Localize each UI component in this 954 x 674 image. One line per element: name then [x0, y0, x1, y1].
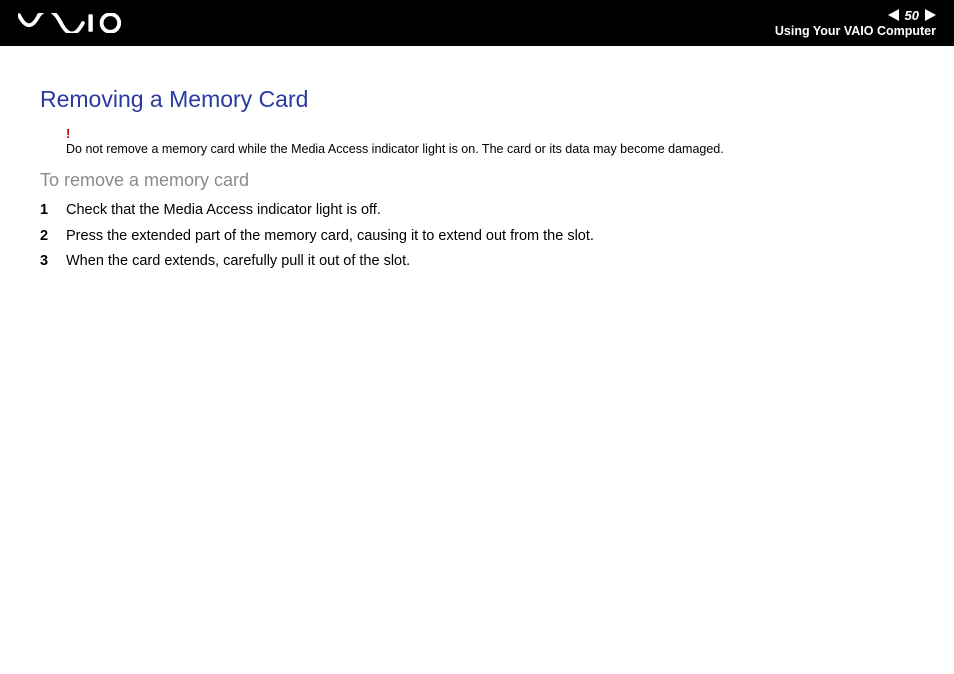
step-number: 1 [40, 201, 66, 221]
step-number: 3 [40, 252, 66, 272]
warning-block: ! Do not remove a memory card while the … [66, 127, 914, 156]
page-header: 50 Using Your VAIO Computer [0, 0, 954, 46]
list-item: 2 Press the extended part of the memory … [40, 227, 914, 247]
page-nav: 50 [888, 9, 936, 22]
warning-mark-icon: ! [66, 127, 914, 140]
page-title: Removing a Memory Card [40, 86, 914, 113]
subheading: To remove a memory card [40, 170, 914, 191]
page-number: 50 [905, 9, 919, 22]
prev-page-arrow-icon[interactable] [888, 9, 899, 21]
page-content: Removing a Memory Card ! Do not remove a… [0, 46, 954, 272]
step-text: Check that the Media Access indicator li… [66, 201, 914, 221]
step-text: When the card extends, carefully pull it… [66, 252, 914, 272]
next-page-arrow-icon[interactable] [925, 9, 936, 21]
step-text: Press the extended part of the memory ca… [66, 227, 914, 247]
steps-list: 1 Check that the Media Access indicator … [40, 201, 914, 272]
list-item: 3 When the card extends, carefully pull … [40, 252, 914, 272]
step-number: 2 [40, 227, 66, 247]
vaio-logo [18, 13, 128, 33]
section-label: Using Your VAIO Computer [775, 24, 936, 38]
warning-text: Do not remove a memory card while the Me… [66, 142, 914, 156]
header-right: 50 Using Your VAIO Computer [775, 9, 936, 38]
list-item: 1 Check that the Media Access indicator … [40, 201, 914, 221]
